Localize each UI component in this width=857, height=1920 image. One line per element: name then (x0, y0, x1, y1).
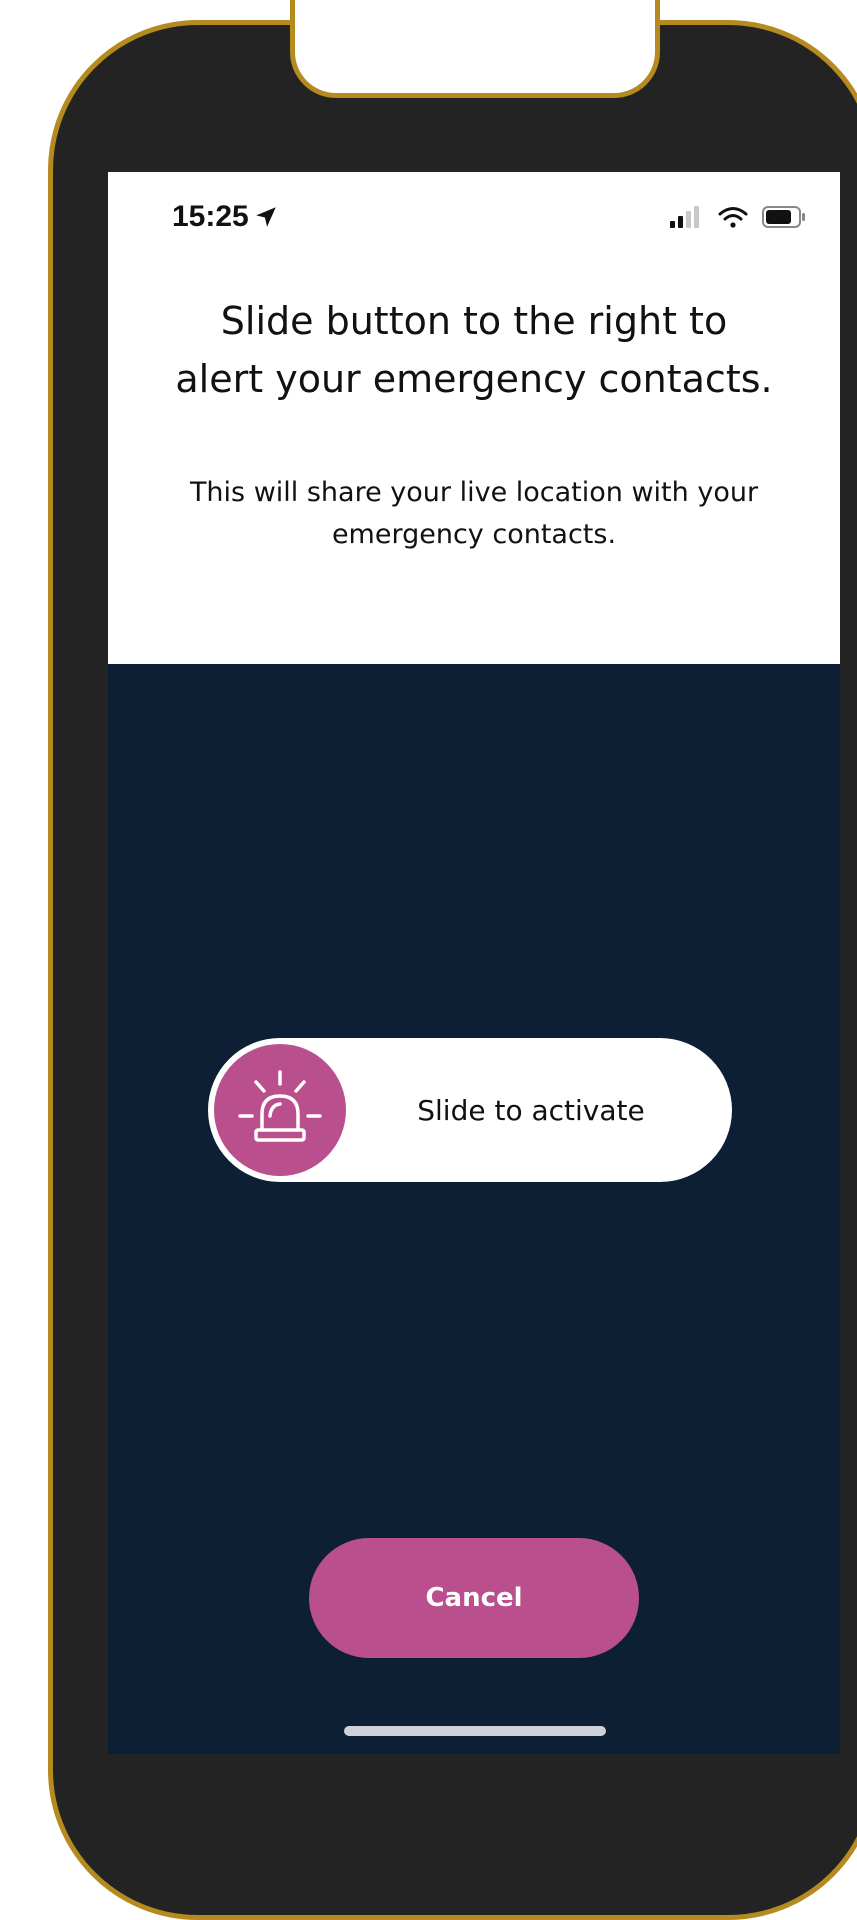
cellular-signal-icon (670, 206, 699, 228)
phone-notch (290, 0, 660, 98)
instruction-headline: Slide button to the right to alert your … (108, 292, 840, 408)
slide-to-activate-label: Slide to activate (417, 1093, 645, 1127)
headline-line-2: alert your emergency contacts. (175, 357, 773, 401)
subtext-line-2: emergency contacts. (331, 519, 617, 550)
subtext-line-1: This will share your live location with … (189, 477, 759, 508)
slide-to-activate-handle[interactable] (214, 1044, 346, 1176)
instruction-subtext: This will share your live location with … (108, 472, 840, 556)
siren-icon (238, 1070, 322, 1142)
status-time-text: 15:25 (172, 200, 249, 233)
location-arrow-icon (255, 207, 276, 227)
wifi-icon (718, 207, 748, 228)
app-screen: 15:25 Slide button to the right to alert… (108, 172, 840, 1754)
instructions-panel: 15:25 Slide button to the right to alert… (108, 172, 840, 664)
slide-to-activate-track[interactable]: Slide to activate (208, 1038, 732, 1182)
battery-icon (762, 206, 805, 228)
status-bar-indicators (670, 206, 806, 228)
home-indicator[interactable] (344, 1726, 606, 1736)
status-bar-time: 15:25 (172, 200, 279, 234)
headline-line-1: Slide button to the right to (220, 299, 728, 343)
cancel-button[interactable]: Cancel (309, 1538, 639, 1658)
